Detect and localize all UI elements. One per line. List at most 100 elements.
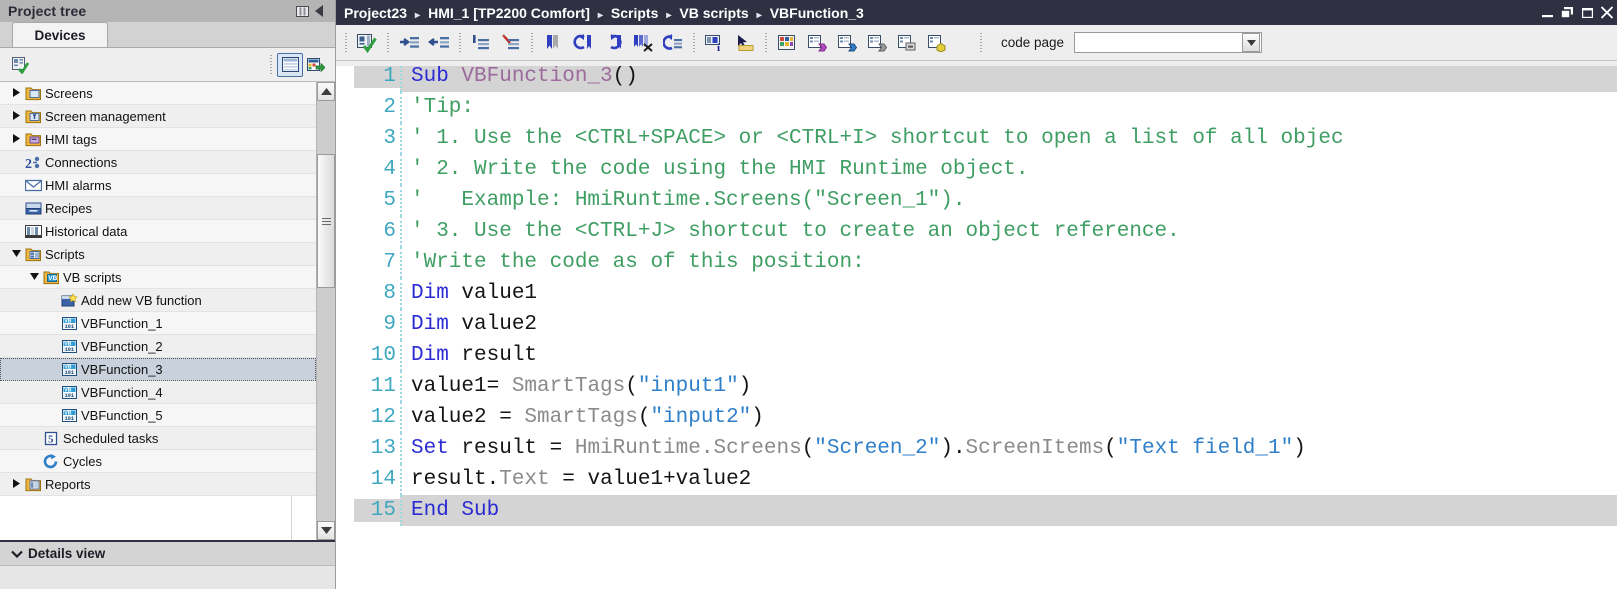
tree-item-scripts[interactable]: Scripts xyxy=(0,243,316,266)
code-token: ) xyxy=(738,375,752,398)
code-line-text[interactable]: ' 1. Use the <CTRL+SPACE> or <CTRL+I> sh… xyxy=(400,123,1617,154)
tree-item-vb-scripts[interactable]: VB VB scripts xyxy=(0,266,316,289)
columns-icon[interactable] xyxy=(293,5,311,17)
tree-item-vbfunction-1[interactable]: VB 101 VBFunction_1 xyxy=(0,312,316,335)
tab-devices[interactable]: Devices xyxy=(12,22,108,47)
insert-tag-icon[interactable] xyxy=(802,29,832,57)
code-line-text[interactable]: Dim value1 xyxy=(400,278,1617,309)
code-line[interactable]: 9 Dim value2 xyxy=(354,309,1617,340)
object-info-icon[interactable]: i xyxy=(700,29,730,57)
insert-snippet-icon[interactable] xyxy=(772,29,802,57)
insert-screen-object-icon[interactable] xyxy=(832,29,862,57)
code-line[interactable]: 7 'Write the code as of this position: xyxy=(354,247,1617,278)
breadcrumb-item-2[interactable]: HMI_1 [TP2200 Comfort] xyxy=(428,5,590,21)
code-line[interactable]: 3 ' 1. Use the <CTRL+SPACE> or <CTRL+I> s… xyxy=(354,123,1617,154)
code-line[interactable]: 2 'Tip: xyxy=(354,92,1617,123)
scroll-up-button[interactable] xyxy=(317,82,335,101)
chevron-down-icon[interactable] xyxy=(6,547,28,561)
restore-button[interactable] xyxy=(1557,2,1577,24)
code-line[interactable]: 10 Dim result xyxy=(354,340,1617,371)
tree-vertical-scrollbar[interactable] xyxy=(316,82,335,540)
code-line[interactable]: 5 ' Example: HmiRuntime.Screens("Screen_1… xyxy=(354,185,1617,216)
goto-bookmark-icon[interactable] xyxy=(658,29,688,57)
maximize-button[interactable] xyxy=(1577,2,1597,24)
tree-item-reports[interactable]: Reports xyxy=(0,473,316,496)
code-line[interactable]: 14 result. Text = value1+value2 xyxy=(354,464,1617,495)
tree-item-vbfunction-3[interactable]: VB 101 VBFunction_3 xyxy=(0,358,316,381)
code-line-text[interactable]: 'Write the code as of this position: xyxy=(400,247,1617,278)
show-all-columns-icon[interactable] xyxy=(277,52,303,77)
code-line[interactable]: 13 Set result = HmiRuntime.Screens("Scree… xyxy=(354,433,1617,464)
tree-item-historical-data[interactable]: Historical data xyxy=(0,220,316,243)
breadcrumb-item-4[interactable]: VB scripts xyxy=(679,5,748,21)
code-line-text[interactable]: result. Text = value1+value2 xyxy=(400,464,1617,495)
tree-item-vbfunction-5[interactable]: VB 101 VBFunction_5 xyxy=(0,404,316,427)
expand-arrow-icon[interactable] xyxy=(10,478,23,490)
collapse-arrow-icon[interactable] xyxy=(28,272,41,282)
code-line[interactable]: 12 value2 = SmartTags("input2") xyxy=(354,402,1617,433)
code-line-text[interactable]: value1= SmartTags("input1") xyxy=(400,371,1617,402)
tree-item-vbfunction-4[interactable]: VB 101 VBFunction_4 xyxy=(0,381,316,404)
code-line[interactable]: 4 ' 2. Write the code using the HMI Runti… xyxy=(354,154,1617,185)
tree-item-screen-management[interactable]: Screen management xyxy=(0,105,316,128)
tree-item-vbfunction-2[interactable]: VB 101 VBFunction_2 xyxy=(0,335,316,358)
code-line-text[interactable]: Dim result xyxy=(400,340,1617,371)
tree-item-connections[interactable]: 2 Connections xyxy=(0,151,316,174)
code-line[interactable]: 8 Dim value1 xyxy=(354,278,1617,309)
outdent-icon[interactable] xyxy=(424,29,454,57)
object-reference-icon[interactable] xyxy=(730,29,760,57)
next-bookmark-icon[interactable] xyxy=(598,29,628,57)
scrollbar-thumb[interactable] xyxy=(317,154,335,288)
check-syntax-icon[interactable] xyxy=(352,29,382,57)
tree-item-label: Screens xyxy=(45,85,93,101)
tree-item-scheduled-tasks[interactable]: 5 Scheduled tasks xyxy=(0,427,316,450)
insert-list-icon[interactable] xyxy=(892,29,922,57)
details-view-header[interactable]: Details view xyxy=(0,540,335,565)
code-line-text[interactable]: 'Tip: xyxy=(400,92,1617,123)
code-line-text[interactable]: ' Example: HmiRuntime.Screens("Screen_1"… xyxy=(400,185,1617,216)
code-line-text[interactable]: ' 3. Use the <CTRL+J> shortcut to create… xyxy=(400,216,1617,247)
tree-item-add-new-vb-function[interactable]: Add new VB function xyxy=(0,289,316,312)
tree-item-hmi-tags[interactable]: HMI tags xyxy=(0,128,316,151)
indent-icon[interactable] xyxy=(394,29,424,57)
toggle-bookmark-icon[interactable] xyxy=(538,29,568,57)
code-line-text[interactable]: Set result = HmiRuntime.Screens("Screen_… xyxy=(400,433,1617,464)
delete-all-bookmarks-icon[interactable] xyxy=(628,29,658,57)
tree-item-recipes[interactable]: Recipes xyxy=(0,197,316,220)
code-editor[interactable]: 1 Sub VBFunction_3() 2 'Tip: 3 ' 1. Use the <… xyxy=(336,61,1617,589)
collapse-left-icon[interactable] xyxy=(311,5,329,17)
code-token: ' 1. Use the <CTRL+SPACE> or <CTRL+I> sh… xyxy=(411,127,1344,150)
close-button[interactable] xyxy=(1597,2,1617,24)
vb-function-icon: VB 101 xyxy=(59,362,79,377)
svg-text:101: 101 xyxy=(64,369,73,375)
tree-item-hmi-alarms[interactable]: HMI alarms xyxy=(0,174,316,197)
tree-item-screens[interactable]: Screens xyxy=(0,82,316,105)
tree-item-cycles[interactable]: Cycles xyxy=(0,450,316,473)
chevron-down-icon[interactable] xyxy=(1242,33,1261,52)
code-line[interactable]: 6 ' 3. Use the <CTRL+J> shortcut to creat… xyxy=(354,216,1617,247)
expand-arrow-icon[interactable] xyxy=(10,133,23,145)
breadcrumb-item-1[interactable]: Project23 xyxy=(344,5,407,21)
minimize-button[interactable] xyxy=(1537,2,1557,24)
code-line[interactable]: 11 value1= SmartTags("input1") xyxy=(354,371,1617,402)
code-page-select[interactable] xyxy=(1074,32,1263,53)
collapse-arrow-icon[interactable] xyxy=(10,249,23,259)
insert-constant-icon[interactable] xyxy=(922,29,952,57)
export-icon[interactable] xyxy=(303,53,329,77)
breadcrumb-item-3[interactable]: Scripts xyxy=(611,5,658,21)
bookmark-clear-icon[interactable] xyxy=(496,29,526,57)
expand-arrow-icon[interactable] xyxy=(10,110,23,122)
code-line-text[interactable]: End Sub xyxy=(400,495,1617,526)
code-line[interactable]: 15 End Sub xyxy=(354,495,1617,526)
device-overview-icon[interactable] xyxy=(7,53,33,77)
scroll-down-button[interactable] xyxy=(317,521,335,540)
code-line-text[interactable]: ' 2. Write the code using the HMI Runtim… xyxy=(400,154,1617,185)
bookmark-first-icon[interactable] xyxy=(466,29,496,57)
expand-arrow-icon[interactable] xyxy=(10,87,23,99)
line-number: 11 xyxy=(370,375,396,398)
insert-function-icon[interactable] xyxy=(862,29,892,57)
code-line-text[interactable]: value2 = SmartTags("input2") xyxy=(400,402,1617,433)
code-line-text[interactable]: Dim value2 xyxy=(400,309,1617,340)
breadcrumb-item-5[interactable]: VBFunction_3 xyxy=(770,5,864,21)
previous-bookmark-icon[interactable] xyxy=(568,29,598,57)
